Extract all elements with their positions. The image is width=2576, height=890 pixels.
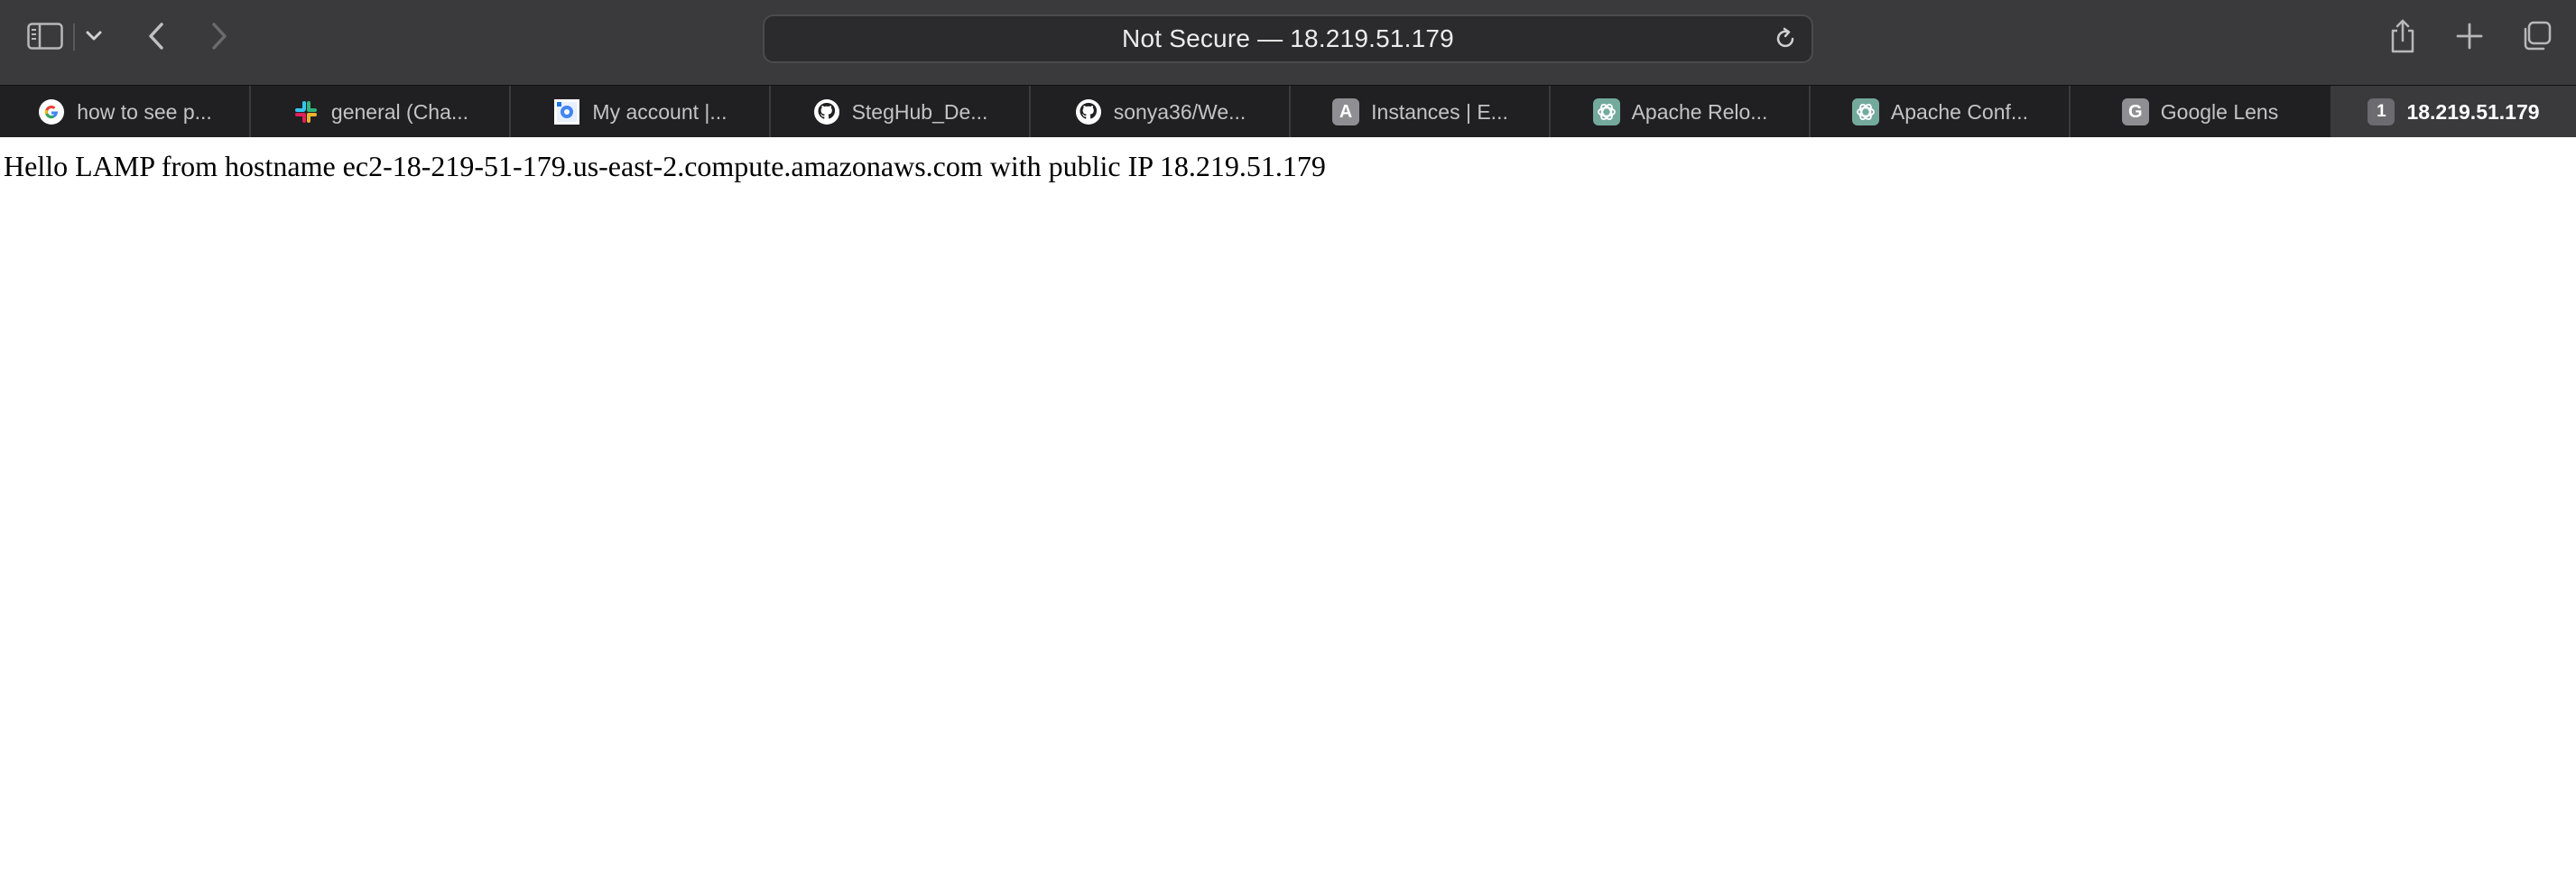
address-bar-text: Not Secure — 18.219.51.179: [1122, 24, 1454, 52]
tab-label: general (Cha...: [330, 99, 469, 124]
tab-overview-icon: [2520, 20, 2553, 52]
share-icon: [2388, 18, 2417, 54]
reload-button[interactable]: [1772, 27, 1799, 54]
tab-my-account[interactable]: My account |...: [511, 86, 769, 138]
tab-label: Instances | E...: [1371, 99, 1508, 124]
tab-apache-conf[interactable]: Apache Conf...: [1811, 86, 2069, 138]
plus-icon: [2456, 23, 2483, 50]
tab-label: Apache Relo...: [1631, 99, 1768, 124]
page-message: Hello LAMP from hostname ec2-18-219-51-1…: [4, 150, 1326, 182]
tab-label: Apache Conf...: [1890, 99, 2029, 124]
tab-label: sonya36/We...: [1113, 99, 1246, 124]
favicon-letter: 1: [2368, 98, 2395, 125]
tab-groups-menu-button[interactable]: [83, 27, 105, 45]
slack-icon: [292, 97, 320, 126]
openai-icon: [1851, 97, 1880, 126]
tab-apache-reload[interactable]: Apache Relo...: [1551, 86, 1809, 138]
tab-instances[interactable]: A Instances | E...: [1291, 86, 1549, 138]
tab-active-ip[interactable]: 1 18.219.51.179: [2330, 86, 2576, 138]
favicon-letter: A: [1332, 98, 1360, 125]
tab-overview-button[interactable]: [2518, 18, 2554, 54]
tab-sonya36[interactable]: sonya36/We...: [1031, 86, 1289, 138]
toolbar-divider: [73, 23, 75, 51]
google-icon: [37, 97, 66, 126]
browser-toolbar: Not Secure — 18.219.51.179: [0, 0, 2576, 85]
new-tab-button[interactable]: [2451, 18, 2488, 54]
openai-icon: [1592, 97, 1621, 126]
tab-steghub[interactable]: StegHub_De...: [771, 86, 1029, 138]
github-icon: [1074, 97, 1103, 126]
tab-label: Google Lens: [2160, 99, 2279, 124]
github-icon: [812, 97, 841, 126]
share-button[interactable]: [2386, 16, 2419, 56]
letter-icon: 1: [2367, 97, 2395, 126]
sidebar-toggle-button[interactable]: [25, 22, 65, 51]
letter-icon: G: [2121, 97, 2150, 126]
tab-google-lens[interactable]: G Google Lens: [2071, 86, 2329, 138]
address-bar[interactable]: Not Secure — 18.219.51.179: [763, 14, 1813, 63]
tab-label: My account |...: [592, 99, 727, 124]
back-arrow-icon: [147, 22, 165, 51]
tab-label: 18.219.51.179: [2406, 99, 2540, 124]
tab-label: how to see p...: [77, 99, 212, 124]
favicon-letter: G: [2121, 98, 2149, 125]
account-icon: [552, 97, 581, 126]
letter-icon: A: [1331, 97, 1360, 126]
forward-arrow-icon: [210, 22, 228, 51]
reload-icon: [1774, 27, 1797, 55]
web-page-content: Hello LAMP from hostname ec2-18-219-51-1…: [0, 137, 2576, 890]
tab-how-to-see[interactable]: how to see p...: [0, 86, 249, 138]
tab-label: StegHub_De...: [851, 99, 988, 124]
sidebar-icon: [27, 23, 63, 50]
forward-button[interactable]: [206, 20, 233, 52]
tab-bar: how to see p... general (Cha... My accou…: [0, 85, 2576, 138]
tab-general-chat[interactable]: general (Cha...: [251, 86, 509, 138]
back-button[interactable]: [143, 20, 170, 52]
chevron-down-icon: [86, 31, 102, 42]
